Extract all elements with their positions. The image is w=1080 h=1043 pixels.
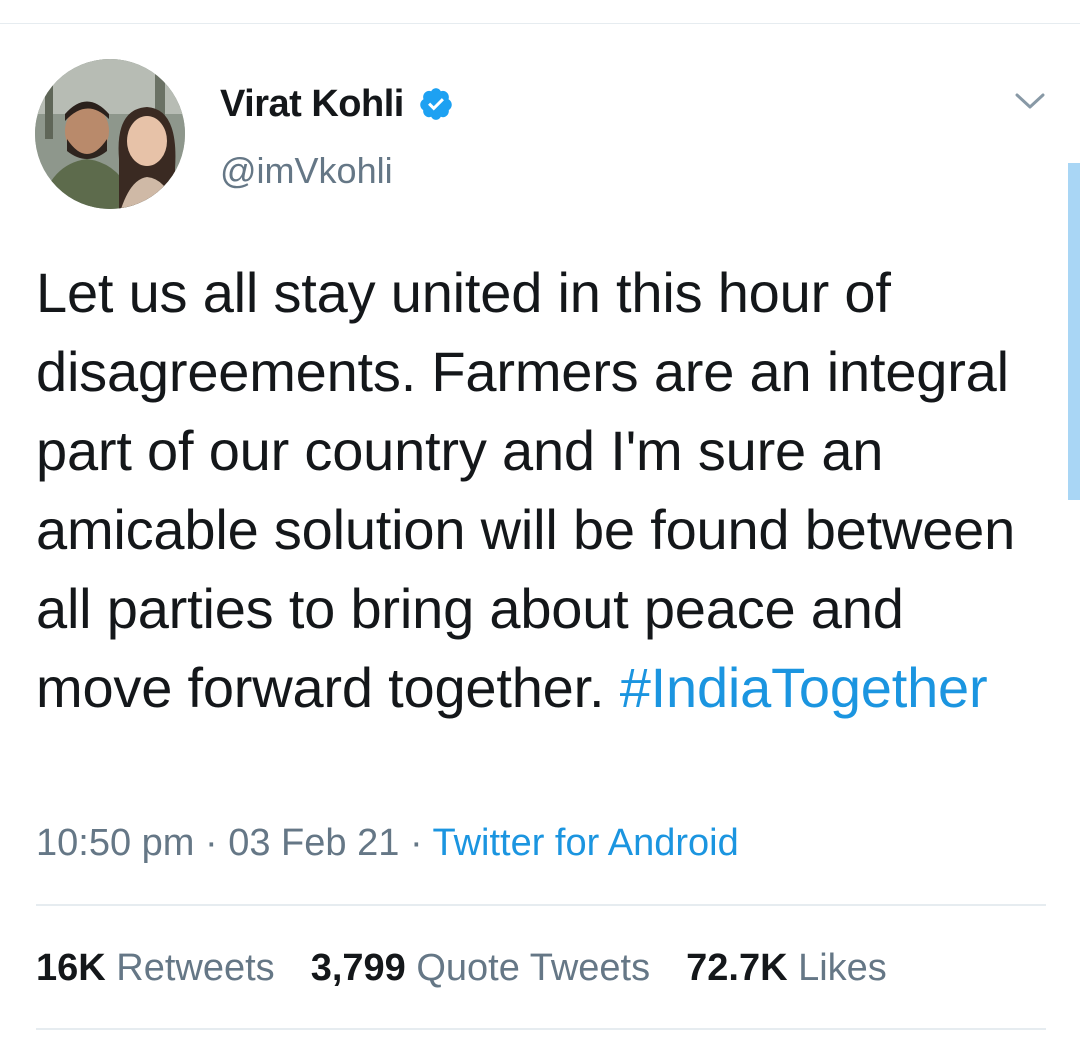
scrollbar[interactable]: [1068, 163, 1080, 500]
tweet-body: Let us all stay united in this hour of d…: [36, 261, 1016, 719]
quote-tweets-stat[interactable]: 3,799 Quote Tweets: [311, 947, 650, 990]
tweet-meta: 10:50 pm · 03 Feb 21 · Twitter for Andro…: [36, 822, 739, 865]
retweets-label: Retweets: [116, 947, 275, 989]
chevron-down-icon[interactable]: [1012, 86, 1048, 116]
meta-separator: ·: [205, 822, 218, 864]
quote-tweets-count: 3,799: [310, 947, 406, 989]
tweet-stats: 16K Retweets 3,799 Quote Tweets 72.7K Li…: [36, 947, 887, 990]
avatar-photo: [35, 59, 185, 209]
likes-label: Likes: [798, 947, 887, 989]
stats-top-divider: [36, 904, 1046, 906]
meta-separator: ·: [409, 822, 423, 864]
likes-count: 72.7K: [686, 947, 788, 989]
tweet-time: 10:50 pm: [36, 822, 195, 864]
likes-stat[interactable]: 72.7K Likes: [686, 947, 887, 990]
avatar[interactable]: [35, 59, 185, 209]
quote-tweets-label: Quote Tweets: [416, 947, 651, 989]
tweet-source-link[interactable]: Twitter for Android: [432, 822, 738, 864]
hashtag-link[interactable]: #IndiaTogether: [620, 656, 988, 719]
stats-bottom-divider: [36, 1028, 1046, 1030]
author-handle[interactable]: @imVkohli: [220, 150, 393, 192]
tweet-date[interactable]: 03 Feb 21: [228, 822, 399, 864]
author-name-row[interactable]: Virat Kohli: [220, 82, 454, 126]
tweet-text: Let us all stay united in this hour of d…: [36, 253, 1046, 727]
retweets-count: 16K: [36, 947, 106, 989]
retweets-stat[interactable]: 16K Retweets: [36, 947, 275, 990]
verified-badge-icon: [420, 88, 452, 120]
top-divider: [0, 23, 1080, 24]
author-name[interactable]: Virat Kohli: [220, 83, 404, 126]
